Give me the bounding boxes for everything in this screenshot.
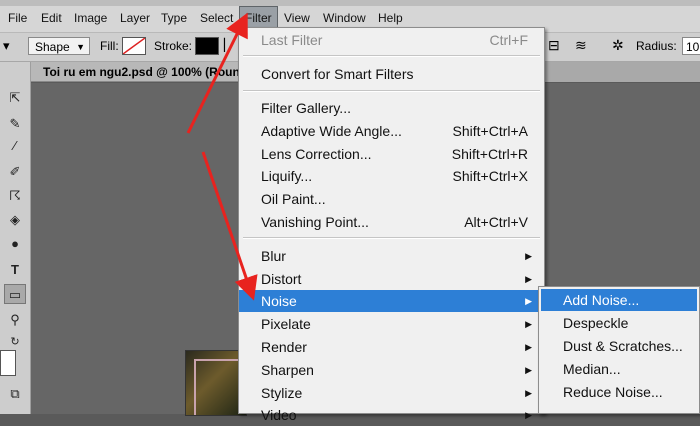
item-label: Filter Gallery...	[261, 100, 351, 116]
menu-window[interactable]: Window	[323, 9, 366, 27]
stroke-width-icon[interactable]: ▏	[224, 38, 233, 52]
submenu-arrow-icon: ▶	[525, 296, 532, 306]
oil-paint-item[interactable]: Oil Paint...	[239, 188, 544, 210]
radius-input[interactable]: 10	[682, 37, 700, 55]
item-label: Render	[261, 339, 307, 355]
swap-colors-icon[interactable]: ↻	[4, 332, 26, 352]
menu-separator	[243, 90, 540, 92]
eyedropper-tool-icon[interactable]: ⁄	[4, 136, 26, 156]
menu-help[interactable]: Help	[378, 9, 403, 27]
stroke-label: Stroke:	[154, 39, 193, 53]
item-shortcut: Shift+Ctrl+R	[451, 146, 528, 162]
radius-label: Radius:	[636, 39, 677, 53]
menu-separator	[243, 55, 540, 57]
noise-item[interactable]: Noise ▶	[239, 290, 544, 312]
submenu-arrow-icon: ▶	[525, 410, 532, 420]
item-label: Oil Paint...	[261, 191, 326, 207]
item-label: Lens Correction...	[261, 146, 372, 162]
submenu-arrow-icon: ▶	[525, 251, 532, 261]
fill-swatch[interactable]	[122, 37, 146, 55]
last-filter-item: Last Filter Ctrl+F	[239, 29, 544, 51]
path-arrange-icon[interactable]: ≋	[575, 37, 587, 54]
distort-item[interactable]: Distort ▶	[239, 268, 544, 290]
noise-submenu: Add Noise... Despeckle Dust & Scratches.…	[538, 286, 700, 414]
menu-select[interactable]: Select	[200, 9, 233, 27]
item-label: Vanishing Point...	[261, 214, 369, 230]
brush-tool-icon[interactable]: ✐	[4, 162, 26, 182]
stroke-swatch[interactable]	[195, 37, 219, 55]
item-label: Pixelate	[261, 316, 311, 332]
item-label: Noise	[261, 293, 297, 309]
document-tab[interactable]: Toi ru em ngu2.psd @ 100% (Roun	[31, 62, 241, 82]
item-label: Video	[261, 407, 297, 423]
history-brush-tool-icon[interactable]: ☈	[4, 186, 26, 206]
filter-gallery-item[interactable]: Filter Gallery...	[239, 97, 544, 119]
sharpen-item[interactable]: Sharpen ▶	[239, 359, 544, 381]
stylize-item[interactable]: Stylize ▶	[239, 382, 544, 404]
chevron-down-icon: ▼	[76, 42, 85, 52]
menu-file[interactable]: File	[8, 9, 27, 27]
dust-scratches-item[interactable]: Dust & Scratches...	[541, 335, 697, 357]
paint-bucket-tool-icon[interactable]: ◈	[4, 210, 26, 230]
menu-view[interactable]: View	[284, 9, 310, 27]
filter-menu: Last Filter Ctrl+F Convert for Smart Fil…	[238, 27, 545, 423]
item-shortcut: Shift+Ctrl+A	[452, 123, 528, 139]
menu-filter[interactable]: Filter	[239, 6, 278, 28]
rounded-rectangle-tool-icon[interactable]: ▭	[4, 284, 26, 304]
spot-healing-tool-icon[interactable]: ✎	[4, 114, 26, 134]
item-label: Sharpen	[261, 362, 314, 378]
path-selection-tool-icon[interactable]: ⇱	[4, 88, 26, 108]
item-shortcut: Shift+Ctrl+X	[452, 168, 528, 184]
submenu-arrow-icon: ▶	[525, 274, 532, 284]
despeckle-item[interactable]: Despeckle	[541, 312, 697, 334]
median-item[interactable]: Median...	[541, 358, 697, 380]
menu-separator	[243, 237, 540, 239]
item-shortcut: Alt+Ctrl+V	[464, 214, 528, 230]
blur-item[interactable]: Blur ▶	[239, 245, 544, 267]
menu-type[interactable]: Type	[161, 9, 187, 27]
title-strip	[0, 0, 700, 6]
render-item[interactable]: Render ▶	[239, 336, 544, 358]
shape-mode-value: Shape	[35, 40, 70, 54]
convert-smart-filters-item[interactable]: Convert for Smart Filters	[239, 63, 544, 85]
dodge-tool-icon[interactable]: ●	[4, 234, 26, 254]
submenu-arrow-icon: ▶	[525, 365, 532, 375]
gear-icon[interactable]: ✲	[612, 37, 624, 54]
item-label: Liquify...	[261, 168, 313, 184]
screen-mode-icon[interactable]: ⧉	[4, 384, 26, 404]
menu-image[interactable]: Image	[74, 9, 107, 27]
item-label: Stylize	[261, 385, 303, 401]
liquify-item[interactable]: Liquify... Shift+Ctrl+X	[239, 165, 544, 187]
no-fill-icon	[122, 37, 146, 55]
toolbox: ⇱ ✎ ⁄ ✐ ☈ ◈ ● T ▭ ⚲ ↻ ⧉	[0, 62, 31, 414]
last-filter-label: Last Filter	[261, 32, 323, 48]
foreground-color-swatch[interactable]	[0, 350, 16, 376]
shape-mode-select[interactable]: Shape ▼	[28, 37, 90, 55]
vanishing-point-item[interactable]: Vanishing Point... Alt+Ctrl+V	[239, 211, 544, 233]
video-item[interactable]: Video ▶	[239, 404, 544, 426]
path-align-icon[interactable]: ⊟	[548, 37, 560, 54]
lens-correction-item[interactable]: Lens Correction... Shift+Ctrl+R	[239, 143, 544, 165]
menu-layer[interactable]: Layer	[120, 9, 150, 27]
submenu-arrow-icon: ▶	[525, 342, 532, 352]
pixelate-item[interactable]: Pixelate ▶	[239, 313, 544, 335]
add-noise-item[interactable]: Add Noise...	[541, 289, 697, 311]
item-label: Adaptive Wide Angle...	[261, 123, 402, 139]
fill-label: Fill:	[100, 39, 119, 53]
tool-preset-icon[interactable]: ▾	[3, 38, 10, 54]
type-tool-icon[interactable]: T	[4, 260, 26, 280]
menu-edit[interactable]: Edit	[41, 9, 62, 27]
adaptive-wide-angle-item[interactable]: Adaptive Wide Angle... Shift+Ctrl+A	[239, 120, 544, 142]
submenu-arrow-icon: ▶	[525, 388, 532, 398]
zoom-tool-icon[interactable]: ⚲	[4, 310, 26, 330]
item-label: Blur	[261, 248, 286, 264]
convert-label: Convert for Smart Filters	[261, 66, 414, 82]
submenu-arrow-icon: ▶	[525, 319, 532, 329]
reduce-noise-item[interactable]: Reduce Noise...	[541, 381, 697, 403]
last-filter-shortcut: Ctrl+F	[489, 32, 529, 48]
item-label: Distort	[261, 271, 302, 287]
